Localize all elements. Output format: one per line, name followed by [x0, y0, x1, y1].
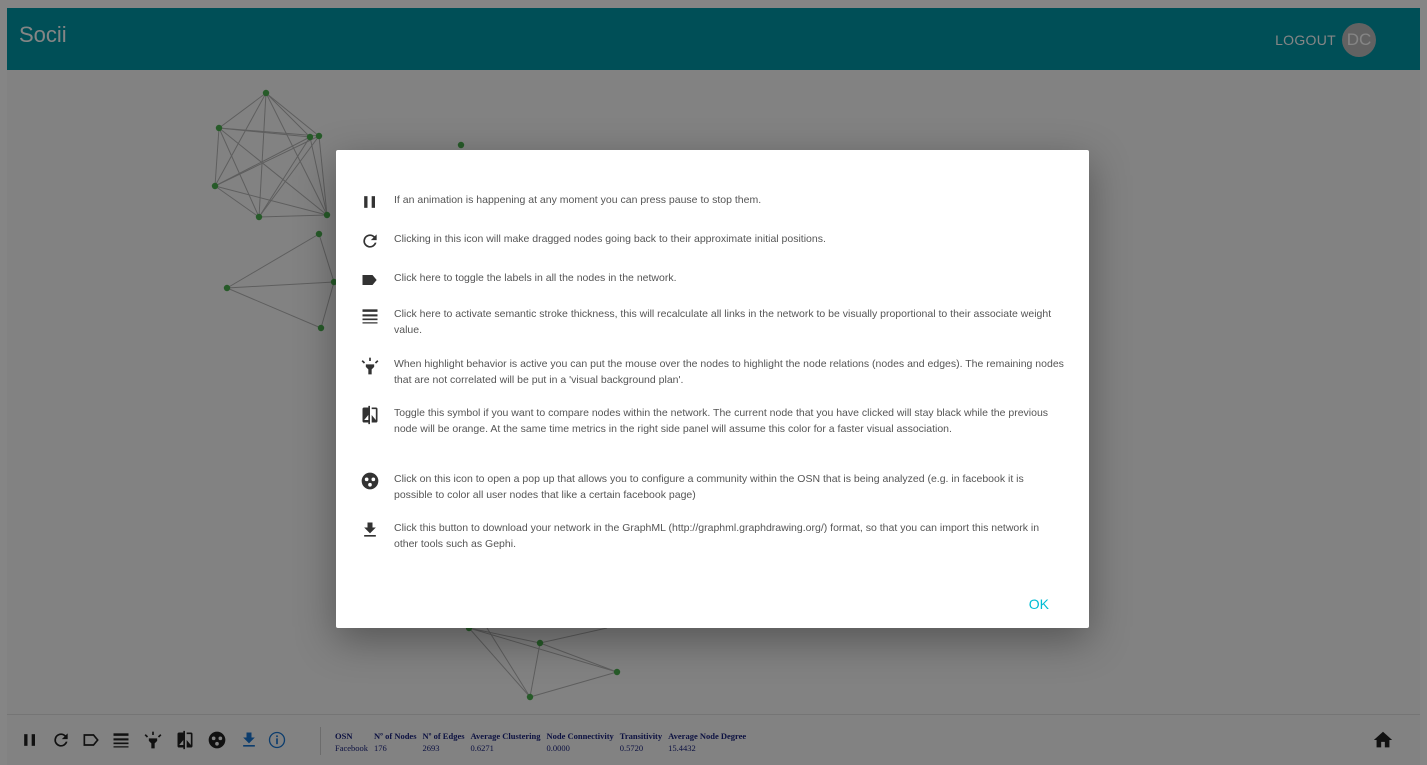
help-item-compare: Toggle this symbol if you want to compar… [360, 405, 1065, 437]
help-text-download: Click this button to download your netwo… [394, 522, 1040, 550]
help-text-labels: Click here to toggle the labels in all t… [394, 272, 677, 284]
help-item-stroke: Click here to activate semantic stroke t… [360, 306, 1065, 338]
refresh-icon [363, 234, 377, 248]
help-item-community: Click on this icon to open a pop up that… [360, 471, 1065, 503]
help-item-highlight: When highlight behavior is active you ca… [360, 356, 1065, 388]
compare-icon [362, 405, 378, 425]
help-item-download: Click this button to download your netwo… [360, 520, 1065, 552]
help-text-pause: If an animation is happening at any mome… [394, 194, 762, 206]
label-icon [362, 275, 377, 285]
help-text-refresh: Clicking in this icon will make dragged … [394, 233, 826, 245]
help-text-stroke: Click here to activate semantic stroke t… [394, 308, 1052, 336]
lines-icon [362, 309, 378, 324]
help-dialog: If an animation is happening at any mome… [336, 150, 1089, 628]
help-text-community: Click on this icon to open a pop up that… [394, 473, 1024, 501]
help-text-compare: Toggle this symbol if you want to compar… [394, 407, 1049, 435]
pause-icon [364, 196, 375, 208]
help-item-labels: Click here to toggle the labels in all t… [360, 270, 1065, 290]
community-icon [361, 472, 379, 490]
help-text-highlight: When highlight behavior is active you ca… [394, 358, 1064, 386]
help-item-refresh: Clicking in this icon will make dragged … [360, 231, 1065, 251]
help-item-pause: If an animation is happening at any mome… [360, 192, 1065, 212]
download-icon [364, 522, 376, 537]
highlight-icon [361, 357, 379, 375]
ok-button[interactable]: OK [1021, 592, 1057, 616]
